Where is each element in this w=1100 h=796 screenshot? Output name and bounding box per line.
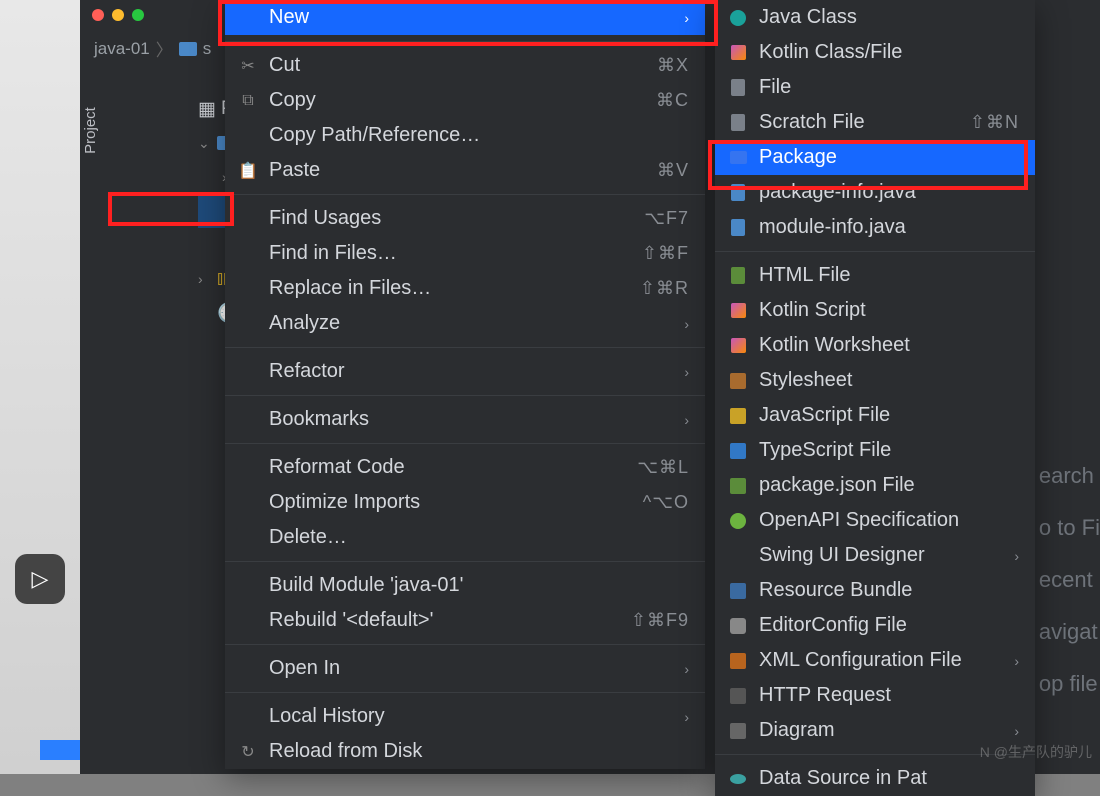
submenu-file[interactable]: File bbox=[715, 70, 1035, 105]
menu-item-cut[interactable]: ✂ Cut ⌘X bbox=[225, 48, 705, 83]
folder-icon bbox=[179, 42, 197, 56]
submenu-resource-bundle[interactable]: Resource Bundle bbox=[715, 573, 1035, 608]
chevron-right-icon: › bbox=[684, 316, 689, 332]
submenu-package-json[interactable]: package.json File bbox=[715, 468, 1035, 503]
paste-icon: 📋 bbox=[237, 161, 259, 181]
menu-item-copy[interactable]: ⧉ Copy ⌘C bbox=[225, 83, 705, 118]
chevron-right-icon: › bbox=[684, 364, 689, 380]
reload-icon: ↻ bbox=[237, 742, 259, 762]
java-class-icon bbox=[730, 10, 746, 26]
breadcrumb-root[interactable]: java-01 bbox=[94, 39, 150, 59]
ts-icon bbox=[730, 443, 746, 459]
css-icon bbox=[730, 373, 746, 389]
menu-separator bbox=[225, 561, 705, 562]
menu-item-new[interactable]: New › bbox=[225, 0, 705, 35]
openapi-icon bbox=[730, 513, 746, 529]
welcome-hints: earch o to Fi ecent avigat op file bbox=[1039, 450, 1100, 710]
submenu-xml-config[interactable]: XML Configuration File › bbox=[715, 643, 1035, 678]
menu-item-open-in[interactable]: Open In › bbox=[225, 651, 705, 686]
new-submenu: Java Class Kotlin Class/File File Scratc… bbox=[715, 0, 1035, 796]
scratch-file-icon bbox=[731, 114, 745, 131]
menu-separator bbox=[225, 692, 705, 693]
js-icon bbox=[730, 408, 746, 424]
file-icon bbox=[731, 79, 745, 96]
project-tool-window-tab[interactable]: Project bbox=[80, 70, 100, 190]
chevron-right-icon: › bbox=[684, 661, 689, 677]
menu-item-reload[interactable]: ↻ Reload from Disk bbox=[225, 734, 705, 769]
menu-item-copy-path[interactable]: Copy Path/Reference… bbox=[225, 118, 705, 153]
submenu-java-class[interactable]: Java Class bbox=[715, 0, 1035, 35]
taskbar-item[interactable] bbox=[40, 740, 80, 760]
dock-app-icon[interactable]: ▷ bbox=[15, 554, 65, 604]
chevron-right-icon: › bbox=[1014, 653, 1019, 669]
menu-separator bbox=[225, 395, 705, 396]
menu-separator bbox=[225, 644, 705, 645]
watermark: N @生产队的驴儿 bbox=[980, 742, 1092, 762]
submenu-module-info[interactable]: module-info.java bbox=[715, 210, 1035, 245]
menu-item-rebuild[interactable]: Rebuild '<default>' ⇧⌘F9 bbox=[225, 603, 705, 638]
menu-item-delete[interactable]: Delete… bbox=[225, 520, 705, 555]
chevron-right-icon: › bbox=[684, 10, 689, 26]
menu-separator bbox=[225, 41, 705, 42]
kotlin-icon bbox=[731, 45, 746, 60]
menu-separator bbox=[715, 251, 1035, 252]
breadcrumb-separator: 〉 bbox=[156, 36, 173, 61]
submenu-editorconfig[interactable]: EditorConfig File bbox=[715, 608, 1035, 643]
menu-item-find-usages[interactable]: Find Usages ⌥F7 bbox=[225, 201, 705, 236]
breadcrumb-child[interactable]: s bbox=[203, 39, 212, 59]
close-window-button[interactable] bbox=[92, 9, 104, 21]
chevron-right-icon: › bbox=[684, 412, 689, 428]
json-icon bbox=[730, 478, 746, 494]
chevron-right-icon: › bbox=[684, 709, 689, 725]
submenu-html-file[interactable]: HTML File bbox=[715, 258, 1035, 293]
submenu-swing[interactable]: Swing UI Designer › bbox=[715, 538, 1035, 573]
html-icon bbox=[731, 267, 745, 284]
kotlin-icon bbox=[731, 338, 746, 353]
menu-item-reformat[interactable]: Reformat Code ⌥⌘L bbox=[225, 450, 705, 485]
minimize-window-button[interactable] bbox=[112, 9, 124, 21]
menu-item-local-history[interactable]: Local History › bbox=[225, 699, 705, 734]
submenu-kotlin-script[interactable]: Kotlin Script bbox=[715, 293, 1035, 328]
chevron-right-icon: › bbox=[1014, 723, 1019, 739]
submenu-javascript-file[interactable]: JavaScript File bbox=[715, 398, 1035, 433]
database-icon bbox=[730, 774, 746, 784]
copy-icon: ⧉ bbox=[237, 92, 259, 110]
menu-item-bookmarks[interactable]: Bookmarks › bbox=[225, 402, 705, 437]
submenu-stylesheet[interactable]: Stylesheet bbox=[715, 363, 1035, 398]
submenu-typescript-file[interactable]: TypeScript File bbox=[715, 433, 1035, 468]
menu-item-find-in-files[interactable]: Find in Files… ⇧⌘F bbox=[225, 236, 705, 271]
xml-icon bbox=[730, 653, 746, 669]
menu-item-paste[interactable]: 📋 Paste ⌘V bbox=[225, 153, 705, 188]
menu-separator bbox=[225, 194, 705, 195]
submenu-data-source[interactable]: Data Source in Pat bbox=[715, 761, 1035, 796]
menu-separator bbox=[225, 443, 705, 444]
submenu-package[interactable]: Package bbox=[715, 140, 1035, 175]
diagram-icon bbox=[730, 723, 746, 739]
menu-separator bbox=[225, 347, 705, 348]
context-menu: New › ✂ Cut ⌘X ⧉ Copy ⌘C Copy Path/Refer… bbox=[225, 0, 705, 769]
submenu-kotlin-worksheet[interactable]: Kotlin Worksheet bbox=[715, 328, 1035, 363]
submenu-scratch-file[interactable]: Scratch File ⇧⌘N bbox=[715, 105, 1035, 140]
menu-item-build-module[interactable]: Build Module 'java-01' bbox=[225, 568, 705, 603]
desktop-background bbox=[0, 0, 80, 774]
menu-item-refactor[interactable]: Refactor › bbox=[225, 354, 705, 389]
submenu-kotlin-class[interactable]: Kotlin Class/File bbox=[715, 35, 1035, 70]
chevron-right-icon: › bbox=[1014, 548, 1019, 564]
menu-item-analyze[interactable]: Analyze › bbox=[225, 306, 705, 341]
cut-icon: ✂ bbox=[237, 56, 259, 76]
java-file-icon bbox=[731, 184, 745, 201]
kotlin-icon bbox=[731, 303, 746, 318]
maximize-window-button[interactable] bbox=[132, 9, 144, 21]
http-icon bbox=[730, 688, 746, 704]
submenu-package-info[interactable]: package-info.java bbox=[715, 175, 1035, 210]
package-icon bbox=[730, 151, 747, 164]
resource-icon bbox=[730, 583, 746, 599]
menu-item-replace-in-files[interactable]: Replace in Files… ⇧⌘R bbox=[225, 271, 705, 306]
submenu-http-request[interactable]: HTTP Request bbox=[715, 678, 1035, 713]
java-file-icon bbox=[731, 219, 745, 236]
gear-icon bbox=[730, 618, 746, 634]
submenu-openapi[interactable]: OpenAPI Specification bbox=[715, 503, 1035, 538]
menu-item-optimize-imports[interactable]: Optimize Imports ^⌥O bbox=[225, 485, 705, 520]
